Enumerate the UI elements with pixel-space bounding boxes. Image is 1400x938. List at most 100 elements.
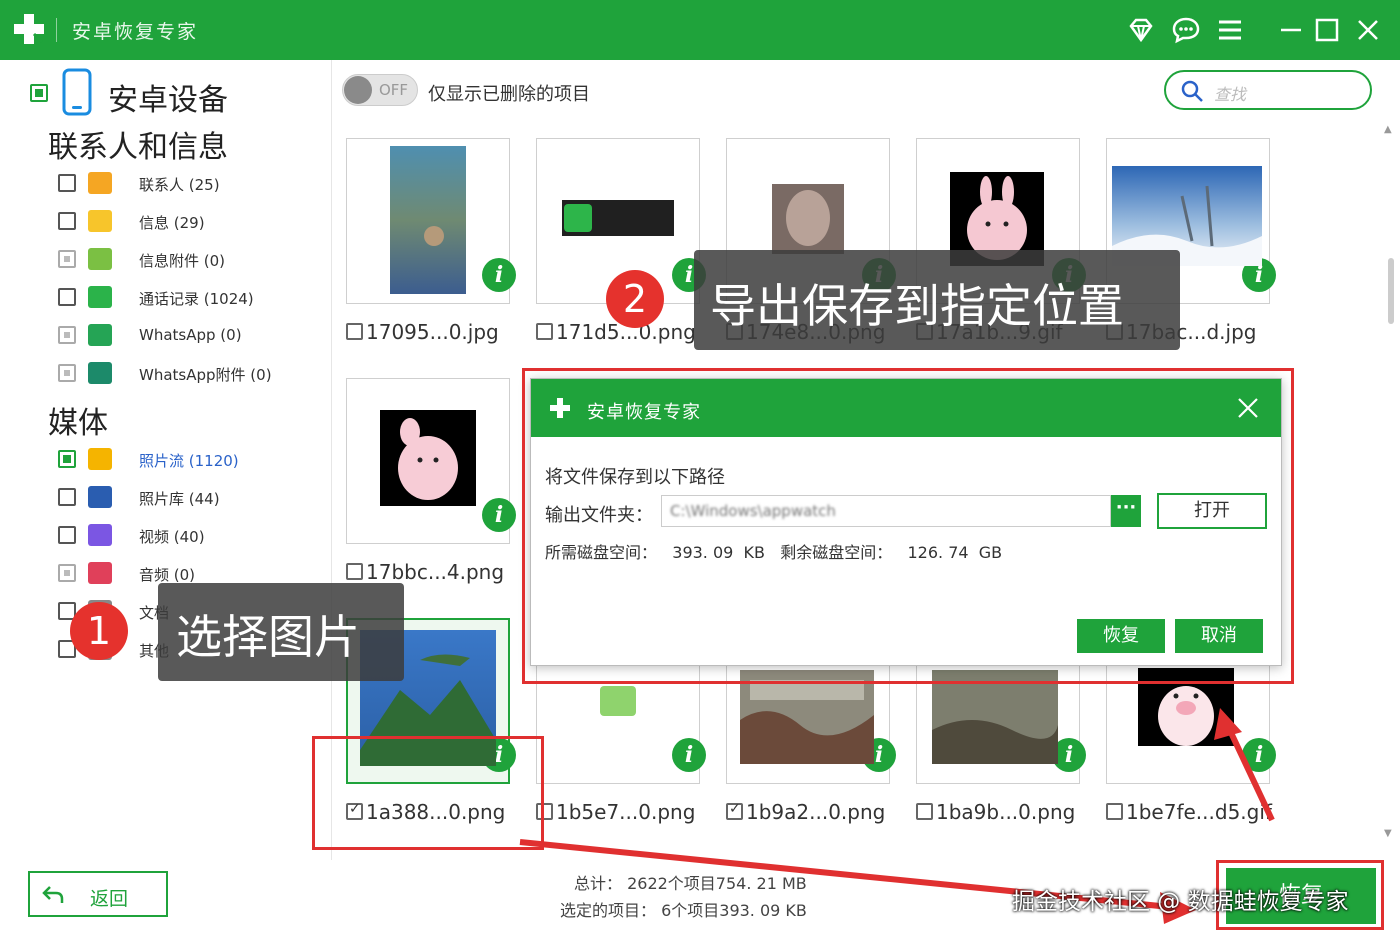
file-name: 1b9a2...0.png: [746, 800, 886, 824]
photo-library-icon: [88, 486, 112, 508]
sidebar-category[interactable]: 通话记录 (1024): [0, 280, 330, 314]
file-item[interactable]: 1b5e7...0.png: [536, 800, 695, 826]
messages-icon: [88, 210, 112, 232]
sidebar-category[interactable]: WhatsApp (0): [0, 318, 330, 352]
only-deleted-label: 仅显示已删除的项目: [428, 84, 590, 105]
category-checkbox[interactable]: [58, 212, 76, 230]
category-checkbox[interactable]: [58, 450, 76, 468]
category-label: 联系人 (25): [139, 176, 220, 194]
close-icon[interactable]: [1354, 16, 1382, 44]
file-checkbox[interactable]: [1106, 803, 1123, 820]
category-checkbox[interactable]: [58, 364, 76, 382]
sidebar-category[interactable]: 信息附件 (0): [0, 242, 330, 276]
device-label: 安卓设备: [108, 83, 228, 118]
deleted-only-toggle[interactable]: OFF: [342, 74, 418, 106]
scroll-down-arrow[interactable]: ▼: [1384, 828, 1392, 839]
annotation-box-selected-file: [312, 736, 544, 850]
selected-items: 选定的项目： 6个项目393. 09 KB: [560, 901, 807, 920]
thumb-image: [772, 184, 844, 254]
step2-text: 导出保存到指定位置: [710, 279, 1124, 333]
category-label: 信息附件 (0): [139, 252, 226, 270]
step1-callout: 选择图片: [158, 583, 404, 681]
category-label: WhatsApp附件 (0): [139, 366, 272, 384]
category-label: 信息 (29): [139, 214, 205, 232]
whatsapp-attachment-icon: [88, 362, 112, 384]
category-checkbox[interactable]: [58, 250, 76, 268]
step1-text: 选择图片: [176, 610, 360, 664]
category-checkbox[interactable]: [58, 526, 76, 544]
thumb-image: [562, 200, 674, 236]
info-icon[interactable]: i: [482, 498, 516, 532]
info-icon[interactable]: i: [482, 258, 516, 292]
app-logo-icon: [14, 14, 44, 44]
thumb-image: [390, 146, 466, 294]
category-checkbox[interactable]: [58, 488, 76, 506]
step1-badge: 1: [70, 602, 128, 660]
file-name: 1b5e7...0.png: [556, 800, 696, 824]
title-separator: [56, 18, 57, 42]
category-checkbox[interactable]: [58, 326, 76, 344]
info-icon[interactable]: i: [1242, 738, 1276, 772]
video-icon: [88, 524, 112, 546]
sidebar-category[interactable]: 视频 (40): [0, 518, 330, 552]
file-item[interactable]: 1ba9b...0.png: [916, 800, 1075, 826]
menu-icon[interactable]: [1216, 16, 1244, 44]
title-bar: 安卓恢复专家: [0, 0, 1400, 60]
device-checkbox[interactable]: [30, 84, 48, 102]
file-checkbox[interactable]: [346, 563, 363, 580]
totals-summary: 总计： 2622个项目754. 21 MB 选定的项目： 6个项目393. 09…: [560, 870, 807, 924]
toggle-state: OFF: [379, 81, 409, 99]
file-name: 17095...0.jpg: [366, 320, 499, 344]
search-placeholder: 查找: [1214, 85, 1247, 104]
category-checkbox[interactable]: [58, 174, 76, 192]
sidebar: 安卓设备 联系人和信息 媒体 联系人 (25) 信息 (29) 信息附件 (0) 通话…: [0, 60, 332, 860]
photo-stream-icon: [88, 448, 112, 470]
search-box[interactable]: 查找: [1164, 70, 1372, 110]
phone-icon: [88, 286, 112, 308]
app-title: 安卓恢复专家: [72, 21, 199, 43]
category-checkbox[interactable]: [58, 288, 76, 306]
back-arrow-icon: [42, 886, 64, 903]
attachment-icon: [88, 248, 112, 270]
scroll-up-arrow[interactable]: ▲: [1384, 124, 1392, 135]
file-checkbox[interactable]: [916, 803, 933, 820]
file-item[interactable]: 171d5...0.png: [536, 320, 696, 346]
back-label: 返回: [90, 888, 129, 910]
search-icon: [1181, 80, 1203, 102]
category-checkbox[interactable]: [58, 564, 76, 582]
scrollbar-thumb[interactable]: [1388, 258, 1394, 324]
chat-icon[interactable]: [1172, 16, 1200, 44]
file-item[interactable]: 17095...0.jpg: [346, 320, 499, 346]
toggle-knob: [344, 76, 372, 104]
info-icon[interactable]: i: [672, 738, 706, 772]
thumb-image: [932, 670, 1058, 764]
file-item[interactable]: 1be7fe...d5.gif: [1106, 800, 1272, 826]
step2-callout: 导出保存到指定位置: [694, 250, 1180, 350]
category-label: 视频 (40): [139, 528, 205, 546]
file-checkbox[interactable]: [536, 323, 553, 340]
category-label: 照片流 (1120): [139, 452, 239, 470]
file-name: 17bbc...4.png: [366, 560, 505, 584]
section-media: 媒体: [48, 406, 108, 441]
file-checkbox[interactable]: [346, 323, 363, 340]
file-name: 1be7fe...d5.gif: [1126, 800, 1272, 824]
file-item[interactable]: 1b9a2...0.png: [726, 800, 885, 826]
thumb-image: [600, 686, 636, 716]
sidebar-category[interactable]: 照片库 (44): [0, 480, 330, 514]
category-label: 通话记录 (1024): [139, 290, 254, 308]
thumb-image: [380, 410, 476, 506]
total-items: 总计： 2622个项目754. 21 MB: [574, 874, 807, 893]
sidebar-category[interactable]: 照片流 (1120): [0, 442, 330, 476]
category-label: 音频 (0): [139, 566, 196, 584]
diamond-icon[interactable]: [1127, 16, 1155, 44]
sidebar-category[interactable]: 联系人 (25): [0, 166, 330, 200]
sidebar-category[interactable]: 信息 (29): [0, 204, 330, 238]
phone-device-icon: [62, 68, 92, 116]
sidebar-category[interactable]: WhatsApp附件 (0): [0, 356, 330, 390]
back-button[interactable]: 返回: [28, 871, 168, 917]
file-checkbox[interactable]: [726, 801, 743, 820]
minimize-icon[interactable]: [1277, 16, 1305, 44]
category-label: 照片库 (44): [139, 490, 220, 508]
file-name: 1ba9b...0.png: [936, 800, 1076, 824]
maximize-icon[interactable]: [1313, 16, 1341, 44]
